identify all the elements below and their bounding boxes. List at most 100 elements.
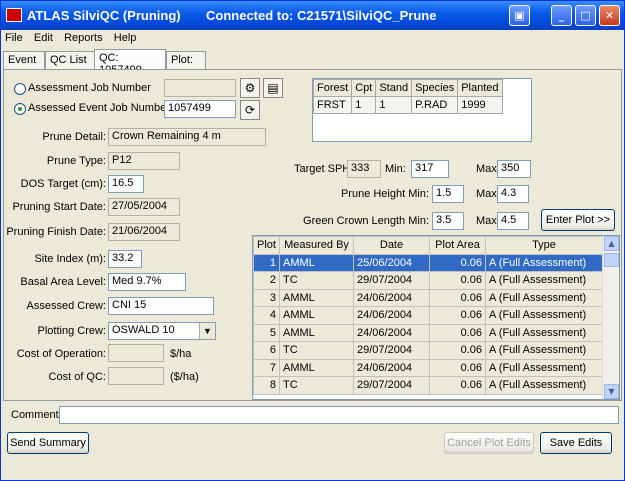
cell-cpt: 1 [351,96,377,114]
assessed-crew-field[interactable]: CNI 15 [108,297,214,315]
menu-help[interactable]: Help [110,30,141,46]
tab-event[interactable]: Event [3,51,45,69]
tab-plot[interactable]: Plot: [166,51,206,69]
green-crown-max-field[interactable]: 4.5 [497,212,529,230]
comment-label: Comment: [11,409,62,421]
assessed-event-field[interactable]: 1057499 [164,100,236,118]
refresh-icon[interactable]: ⟳ [240,100,260,120]
prune-detail-field: Crown Remaining 4 m [108,128,266,146]
scroll-up-icon[interactable]: ▲ [604,236,619,251]
lookup-icon[interactable]: ⚙ [240,78,260,98]
table-row[interactable]: 3 AMML 24/06/2004 0.06 A (Full Assessment) [253,288,603,307]
cell-date: 24/06/2004 [353,323,430,342]
cancel-plot-edits-button[interactable]: Cancel Plot Edits [444,432,534,454]
connection-status: Connected to: C21571\SilviQC_Prune [206,8,437,23]
col-plot[interactable]: Plot [253,236,280,255]
cell-plot: 5 [253,323,280,342]
target-sph-label: Target SPH: [294,163,354,175]
cell-plot: 2 [253,271,280,290]
cell-plot: 4 [253,306,280,325]
tab-qc[interactable]: QC: 1057499 [94,49,166,76]
cell-measured-by: AMML [279,323,354,342]
cell-type: A (Full Assessment) [485,271,603,290]
col-type[interactable]: Type [485,236,603,255]
cost-qc-unit: ($/ha) [170,371,199,383]
assessment-job-label: Assessment Job Number [28,82,151,94]
table-row[interactable]: 1 AMML 25/06/2004 0.06 A (Full Assessment) [253,253,603,272]
menu-reports[interactable]: Reports [60,30,107,46]
col-plot-area[interactable]: Plot Area [429,236,486,255]
assessment-job-radio[interactable] [14,83,26,95]
cell-date: 29/07/2004 [353,341,430,360]
target-sph-field: 333 [347,160,381,178]
col-forest: Forest [312,79,353,97]
cost-operation-label: Cost of Operation: [16,348,106,360]
col-date[interactable]: Date [353,236,430,255]
close-button[interactable]: ✕ [599,5,620,26]
assessed-event-label: Assessed Event Job Number [28,102,170,114]
table-row[interactable]: 4 AMML 24/06/2004 0.06 A (Full Assessment) [253,306,603,325]
cost-operation-field [108,344,164,362]
start-date-field: 27/05/2004 [108,198,180,216]
cell-measured-by: TC [279,341,354,360]
cell-plot-area: 0.06 [429,323,486,342]
col-measured-by[interactable]: Measured By [279,236,354,255]
save-edits-button[interactable]: Save Edits [540,432,612,454]
cell-plot: 6 [253,341,280,360]
cost-operation-unit: $/ha [170,348,192,360]
chevron-down-icon[interactable]: ▼ [199,323,215,339]
cell-type: A (Full Assessment) [485,253,603,272]
prune-type-label: Prune Type: [46,155,106,167]
green-crown-min-field[interactable]: 3.5 [432,212,464,230]
table-row[interactable]: 7 AMML 24/06/2004 0.06 A (Full Assessment) [253,358,603,377]
scroll-thumb[interactable] [604,253,619,267]
cell-plot-area: 0.06 [429,253,486,272]
col-planted: Planted [457,79,503,97]
enter-plot-button[interactable]: Enter Plot >> [541,209,615,231]
prune-height-max-field[interactable]: 4.3 [497,185,529,203]
cell-date: 24/06/2004 [353,358,430,377]
cell-plot-area: 0.06 [429,288,486,307]
tab-qc-list[interactable]: QC List [45,51,95,69]
cell-type: A (Full Assessment) [485,358,603,377]
prune-height-min-field[interactable]: 1.5 [432,185,464,203]
qc-panel: Assessment Job Number ⚙ ▤ Assessed Event… [3,69,622,401]
cell-plot: 3 [253,288,280,307]
cell-date: 24/06/2004 [353,306,430,325]
restore-icon[interactable]: ▣ [509,5,530,26]
menu-file[interactable]: File [1,30,27,46]
menu-edit[interactable]: Edit [30,30,57,46]
send-summary-button[interactable]: Send Summary [7,432,89,454]
table-row[interactable]: FRST 1 1 P.RAD 1999 [312,96,503,114]
cell-plot: 8 [253,376,280,395]
table-row[interactable]: 6 TC 29/07/2004 0.06 A (Full Assessment) [253,341,603,360]
stand-grid: Forest Cpt Stand Species Planted FRST 1 … [312,78,532,142]
app-icon [6,8,22,22]
col-species: Species [411,79,459,97]
dos-target-field[interactable]: 16.5 [108,175,144,193]
minimize-button[interactable]: _ [551,5,572,26]
vertical-scrollbar[interactable]: ▲ ▼ [602,236,619,399]
cell-plot-area: 0.06 [429,306,486,325]
title-bar[interactable]: ATLAS SilviQC (Pruning) Connected to: C2… [1,1,624,30]
cell-measured-by: AMML [279,306,354,325]
open-icon[interactable]: ▤ [263,78,283,98]
site-index-field[interactable]: 33.2 [108,250,142,268]
table-row[interactable]: 2 TC 29/07/2004 0.06 A (Full Assessment) [253,271,603,290]
comment-field[interactable] [59,406,619,424]
maximize-button[interactable]: □ [575,5,596,26]
prune-detail-label: Prune Detail: [42,131,106,143]
table-row[interactable]: 5 AMML 24/06/2004 0.06 A (Full Assessment) [253,323,603,342]
cost-qc-field [108,367,164,385]
prune-height-label: Prune Height Min: [340,188,429,200]
sph-max-field[interactable]: 350 [497,160,531,178]
assessed-event-radio[interactable] [14,103,26,115]
cell-date: 24/06/2004 [353,288,430,307]
sph-min-field[interactable]: 317 [411,160,449,178]
start-date-label: Pruning Start Date: [12,201,106,213]
basal-area-field[interactable]: Med 9.7% [108,273,186,291]
plotting-crew-select[interactable]: OSWALD 10 ▼ [108,322,216,340]
table-row[interactable]: 8 TC 29/07/2004 0.06 A (Full Assessment) [253,376,603,395]
scroll-down-icon[interactable]: ▼ [604,384,619,399]
sph-min-label: Min: [385,163,406,175]
